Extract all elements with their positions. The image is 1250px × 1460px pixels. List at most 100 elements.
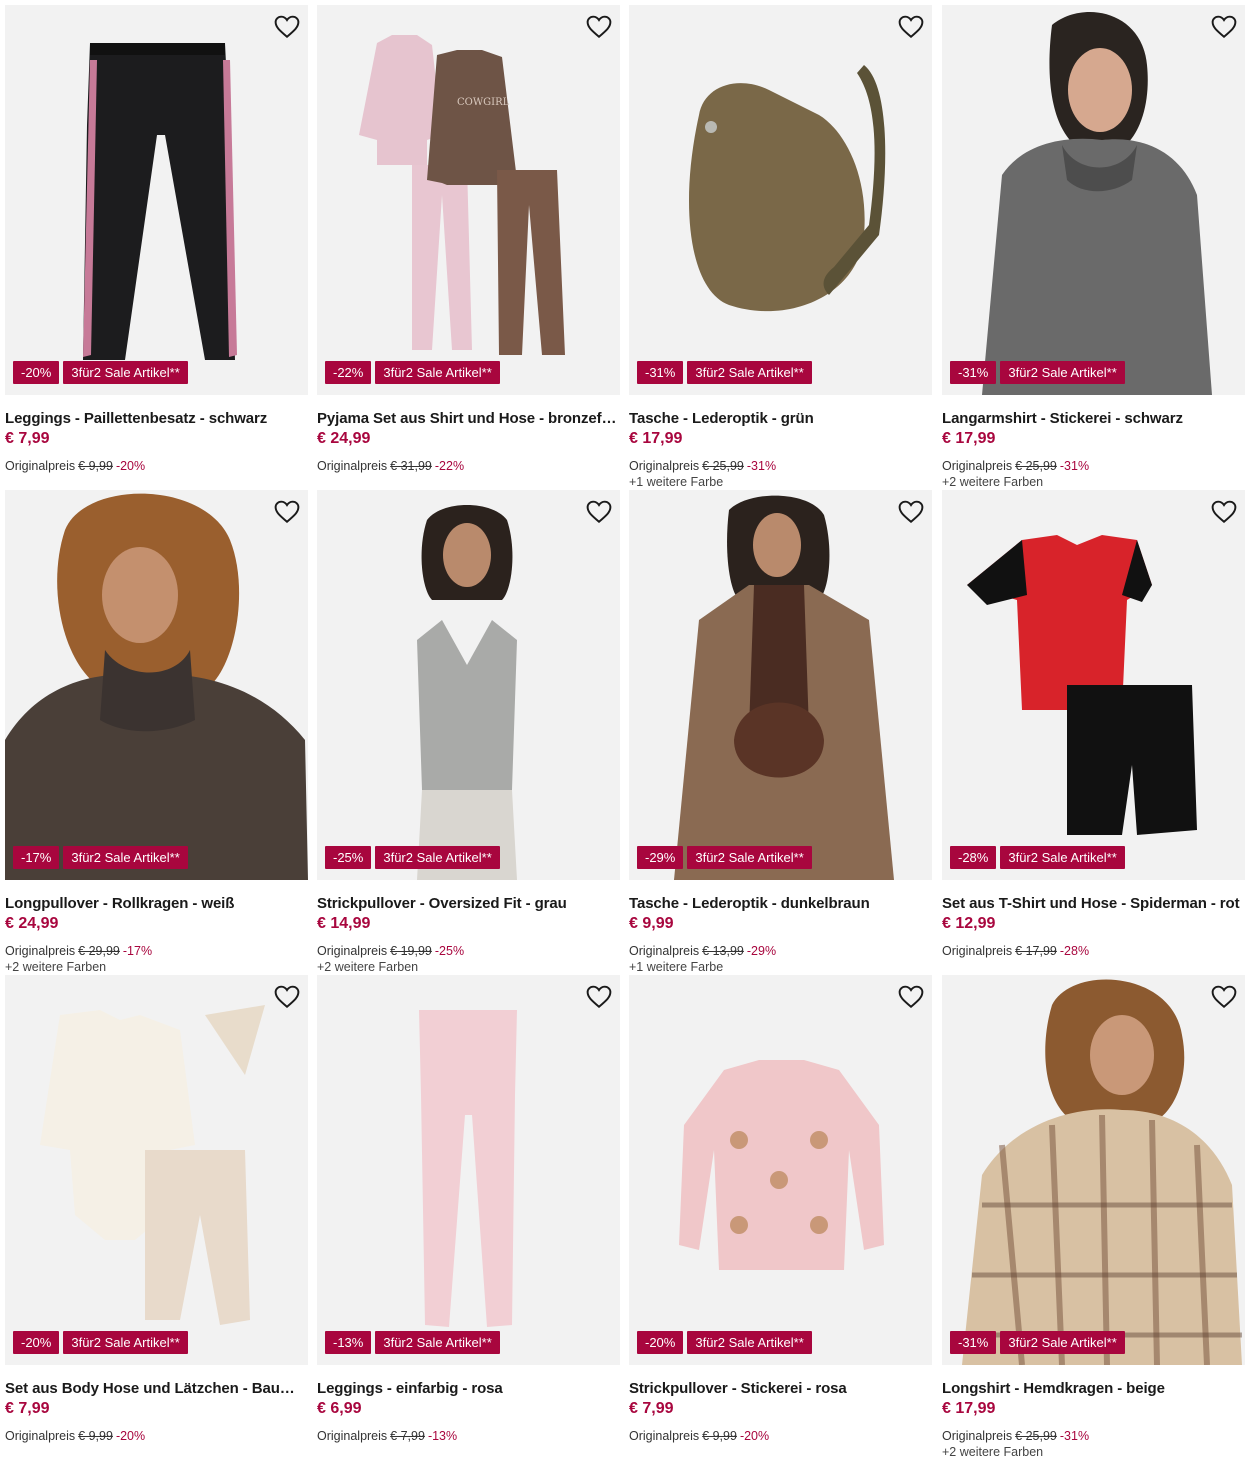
discount-badge: -25% bbox=[325, 846, 372, 869]
product-card-leggings-sequin[interactable]: -20% 3für2 Sale Artikel** Leggings - Pai… bbox=[5, 5, 308, 485]
wishlist-heart-icon[interactable] bbox=[274, 15, 300, 39]
product-title[interactable]: Set aus T-Shirt und Hose - Spiderman - r… bbox=[942, 894, 1245, 914]
product-card-spiderman-set[interactable]: -28% 3für2 Sale Artikel** Set aus T-Shir… bbox=[942, 490, 1245, 970]
product-title[interactable]: Pyjama Set aus Shirt und Hose - bronzefa… bbox=[317, 409, 620, 429]
wishlist-heart-icon[interactable] bbox=[898, 500, 924, 524]
more-colors[interactable]: +2 weitere Farben bbox=[317, 959, 418, 975]
wishlist-heart-icon[interactable] bbox=[898, 985, 924, 1009]
discount-badge: -20% bbox=[637, 1331, 684, 1354]
original-price-label: Originalpreis bbox=[5, 459, 76, 473]
product-grid: -20% 3für2 Sale Artikel** Leggings - Pai… bbox=[0, 0, 1250, 1459]
model-longsleeve-image bbox=[982, 12, 1212, 395]
original-price: € 29,99 bbox=[78, 944, 120, 958]
wishlist-heart-icon[interactable] bbox=[586, 15, 612, 39]
promo-badge: 3für2 Sale Artikel** bbox=[1000, 846, 1125, 869]
original-price-label: Originalpreis bbox=[942, 459, 1013, 473]
discount-percent: -17% bbox=[122, 944, 153, 958]
original-price-line: Originalpreis € 29,99 -17% bbox=[5, 943, 152, 959]
product-image[interactable] bbox=[942, 490, 1245, 880]
product-image[interactable] bbox=[5, 5, 308, 395]
discount-percent: -20% bbox=[115, 1429, 146, 1443]
discount-percent: -31% bbox=[746, 459, 777, 473]
more-colors[interactable]: +1 weitere Farbe bbox=[629, 959, 723, 975]
product-image[interactable] bbox=[629, 975, 932, 1365]
more-colors[interactable]: +2 weitere Farben bbox=[942, 1444, 1043, 1460]
original-price: € 7,99 bbox=[390, 1429, 425, 1443]
product-card-bag-green[interactable]: -31% 3für2 Sale Artikel** Tasche - Leder… bbox=[629, 5, 932, 489]
product-title[interactable]: Leggings - Paillettenbesatz - schwarz bbox=[5, 409, 308, 429]
product-image[interactable] bbox=[942, 975, 1245, 1365]
product-card-longshirt-beige[interactable]: -31% 3für2 Sale Artikel** Longshirt - He… bbox=[942, 975, 1245, 1459]
discount-badge: -22% bbox=[325, 361, 372, 384]
wishlist-heart-icon[interactable] bbox=[1211, 15, 1237, 39]
wishlist-heart-icon[interactable] bbox=[586, 500, 612, 524]
promo-badge: 3für2 Sale Artikel** bbox=[1000, 361, 1125, 384]
wishlist-heart-icon[interactable] bbox=[586, 985, 612, 1009]
product-title[interactable]: Longshirt - Hemdkragen - beige bbox=[942, 1379, 1245, 1399]
promo-badge: 3für2 Sale Artikel** bbox=[63, 361, 188, 384]
wishlist-heart-icon[interactable] bbox=[274, 985, 300, 1009]
original-price-label: Originalpreis bbox=[629, 459, 700, 473]
product-image[interactable] bbox=[5, 975, 308, 1365]
original-price: € 17,99 bbox=[1015, 944, 1057, 958]
product-image[interactable] bbox=[317, 490, 620, 880]
promo-badge: 3für2 Sale Artikel** bbox=[375, 846, 500, 869]
wishlist-heart-icon[interactable] bbox=[274, 500, 300, 524]
original-price-line: Originalpreis € 25,99 -31% bbox=[629, 458, 776, 474]
pink-leggings-image bbox=[419, 1010, 517, 1327]
original-price: € 13,99 bbox=[702, 944, 744, 958]
product-title[interactable]: Tasche - Lederoptik - grün bbox=[629, 409, 932, 429]
product-title[interactable]: Strickpullover - Oversized Fit - grau bbox=[317, 894, 620, 914]
product-card-baby-set[interactable]: -20% 3für2 Sale Artikel** Set aus Body H… bbox=[5, 975, 308, 1455]
product-card-longsleeve-black[interactable]: -31% 3für2 Sale Artikel** Langarmshirt -… bbox=[942, 5, 1245, 489]
original-price-line: Originalpreis € 25,99 -31% bbox=[942, 1428, 1089, 1444]
discount-badge: -31% bbox=[950, 361, 997, 384]
product-title[interactable]: Set aus Body Hose und Lätzchen - Baumwo.… bbox=[5, 1379, 308, 1399]
discount-badge: -20% bbox=[13, 361, 60, 384]
original-price-line: Originalpreis € 9,99 -20% bbox=[5, 1428, 145, 1444]
product-price: € 9,99 bbox=[629, 915, 674, 932]
wishlist-heart-icon[interactable] bbox=[1211, 500, 1237, 524]
original-price-line: Originalpreis € 7,99 -13% bbox=[317, 1428, 457, 1444]
original-price-label: Originalpreis bbox=[942, 944, 1013, 958]
product-image[interactable] bbox=[942, 5, 1245, 395]
badge-row: -25% 3für2 Sale Artikel** bbox=[325, 846, 500, 869]
original-price-label: Originalpreis bbox=[317, 944, 388, 958]
product-price: € 7,99 bbox=[629, 1400, 674, 1417]
product-card-bag-brown[interactable]: -29% 3für2 Sale Artikel** Tasche - Leder… bbox=[629, 490, 932, 974]
product-image[interactable]: COWGIRL bbox=[317, 5, 620, 395]
product-title[interactable]: Strickpullover - Stickerei - rosa bbox=[629, 1379, 932, 1399]
original-price-label: Originalpreis bbox=[317, 459, 388, 473]
product-title[interactable]: Tasche - Lederoptik - dunkelbraun bbox=[629, 894, 932, 914]
more-colors[interactable]: +1 weitere Farbe bbox=[629, 474, 723, 490]
product-price: € 24,99 bbox=[317, 430, 371, 447]
product-image[interactable] bbox=[5, 490, 308, 880]
model-longpullover-image bbox=[5, 493, 308, 880]
badge-row: -13% 3für2 Sale Artikel** bbox=[325, 1331, 500, 1354]
original-price-line: Originalpreis € 25,99 -31% bbox=[942, 458, 1089, 474]
wishlist-heart-icon[interactable] bbox=[898, 15, 924, 39]
discount-badge: -13% bbox=[325, 1331, 372, 1354]
badge-row: -20% 3für2 Sale Artikel** bbox=[637, 1331, 812, 1354]
product-price: € 17,99 bbox=[629, 430, 683, 447]
product-image[interactable] bbox=[629, 490, 932, 880]
badge-row: -31% 3für2 Sale Artikel** bbox=[950, 361, 1125, 384]
product-card-longpullover[interactable]: -17% 3für2 Sale Artikel** Longpullover -… bbox=[5, 490, 308, 974]
original-price-line: Originalpreis € 19,99 -25% bbox=[317, 943, 464, 959]
badge-row: -28% 3für2 Sale Artikel** bbox=[950, 846, 1125, 869]
product-price: € 6,99 bbox=[317, 1400, 362, 1417]
wishlist-heart-icon[interactable] bbox=[1211, 985, 1237, 1009]
product-card-leggings-rosa[interactable]: -13% 3für2 Sale Artikel** Leggings - ein… bbox=[317, 975, 620, 1455]
product-card-pyjama-set[interactable]: COWGIRL -22% 3für2 Sale Artikel** Pyjama… bbox=[317, 5, 620, 485]
product-title[interactable]: Longpullover - Rollkragen - weiß bbox=[5, 894, 308, 914]
more-colors[interactable]: +2 weitere Farben bbox=[942, 474, 1043, 490]
promo-badge: 3für2 Sale Artikel** bbox=[1000, 1331, 1125, 1354]
product-title[interactable]: Leggings - einfarbig - rosa bbox=[317, 1379, 620, 1399]
original-price-line: Originalpreis € 17,99 -28% bbox=[942, 943, 1089, 959]
product-image[interactable] bbox=[317, 975, 620, 1365]
product-card-strickpullover-grau[interactable]: -25% 3für2 Sale Artikel** Strickpullover… bbox=[317, 490, 620, 974]
product-card-strickpullover-rosa[interactable]: -20% 3für2 Sale Artikel** Strickpullover… bbox=[629, 975, 932, 1455]
product-image[interactable] bbox=[629, 5, 932, 395]
more-colors[interactable]: +2 weitere Farben bbox=[5, 959, 106, 975]
product-title[interactable]: Langarmshirt - Stickerei - schwarz bbox=[942, 409, 1245, 429]
